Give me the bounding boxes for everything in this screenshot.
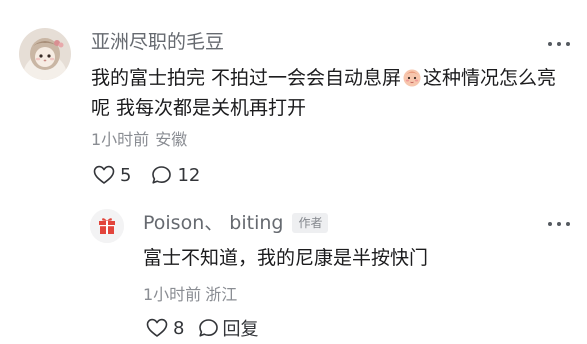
reply-username-row: Poison、 biting 作者 <box>143 211 329 235</box>
more-dot-icon <box>557 42 561 46</box>
comment-thread: 亚洲尽职的毛豆 我的富士拍完 不拍过一会会自动息屏 这种情况怎么亮呢 我每次都是… <box>0 0 587 344</box>
author-badge: 作者 <box>292 213 329 233</box>
comment-body-text-1: 我的富士拍完 不拍过一会会自动息屏 <box>91 67 402 89</box>
comment-count: 12 <box>177 164 201 186</box>
more-dot-icon <box>548 222 552 226</box>
user-avatar[interactable] <box>19 28 71 80</box>
speech-bubble-icon <box>152 166 172 184</box>
comment-username[interactable]: 亚洲尽职的毛豆 <box>91 30 224 54</box>
more-dot-icon <box>566 222 570 226</box>
comment-actions: 5 12 <box>93 163 200 187</box>
comment-body[interactable]: 我的富士拍完 不拍过一会会自动息屏 这种情况怎么亮呢 我每次都是关机再打开 <box>91 63 573 123</box>
speech-bubble-icon <box>199 319 219 337</box>
comment-button[interactable]: 12 <box>151 165 200 186</box>
reply-time: 1小时前 <box>143 285 202 304</box>
reply-like-count: 8 <box>173 317 185 339</box>
gift-avatar-icon <box>90 209 124 243</box>
reply-button[interactable]: 回复 <box>198 315 258 341</box>
reply-like-button[interactable]: 8 <box>146 318 184 339</box>
reply-label: 回复 <box>222 319 259 340</box>
baby-face-emoji-icon <box>403 69 421 87</box>
heart-icon <box>146 318 168 337</box>
reply-more-options-button[interactable] <box>548 218 570 230</box>
like-button[interactable]: 5 <box>93 165 131 186</box>
reply-user-avatar[interactable] <box>90 209 124 243</box>
reply-location: 浙江 <box>205 285 238 304</box>
reply-body[interactable]: 富士不知道，我的尼康是半按快门 <box>143 244 428 272</box>
more-dot-icon <box>566 42 570 46</box>
reply-meta: 1小时前 浙江 <box>143 285 237 305</box>
like-count: 5 <box>120 164 132 186</box>
more-dot-icon <box>557 222 561 226</box>
heart-icon <box>93 165 115 184</box>
comment-time: 1小时前 <box>91 130 150 149</box>
doll-avatar-icon <box>19 28 71 80</box>
comment-meta: 1小时前 安徽 <box>91 130 187 150</box>
reply-username[interactable]: Poison、 biting <box>143 211 283 235</box>
more-options-button[interactable] <box>548 38 570 50</box>
reply-actions: 8 回复 <box>146 316 258 340</box>
more-dot-icon <box>548 42 552 46</box>
comment-location: 安徽 <box>155 130 188 149</box>
